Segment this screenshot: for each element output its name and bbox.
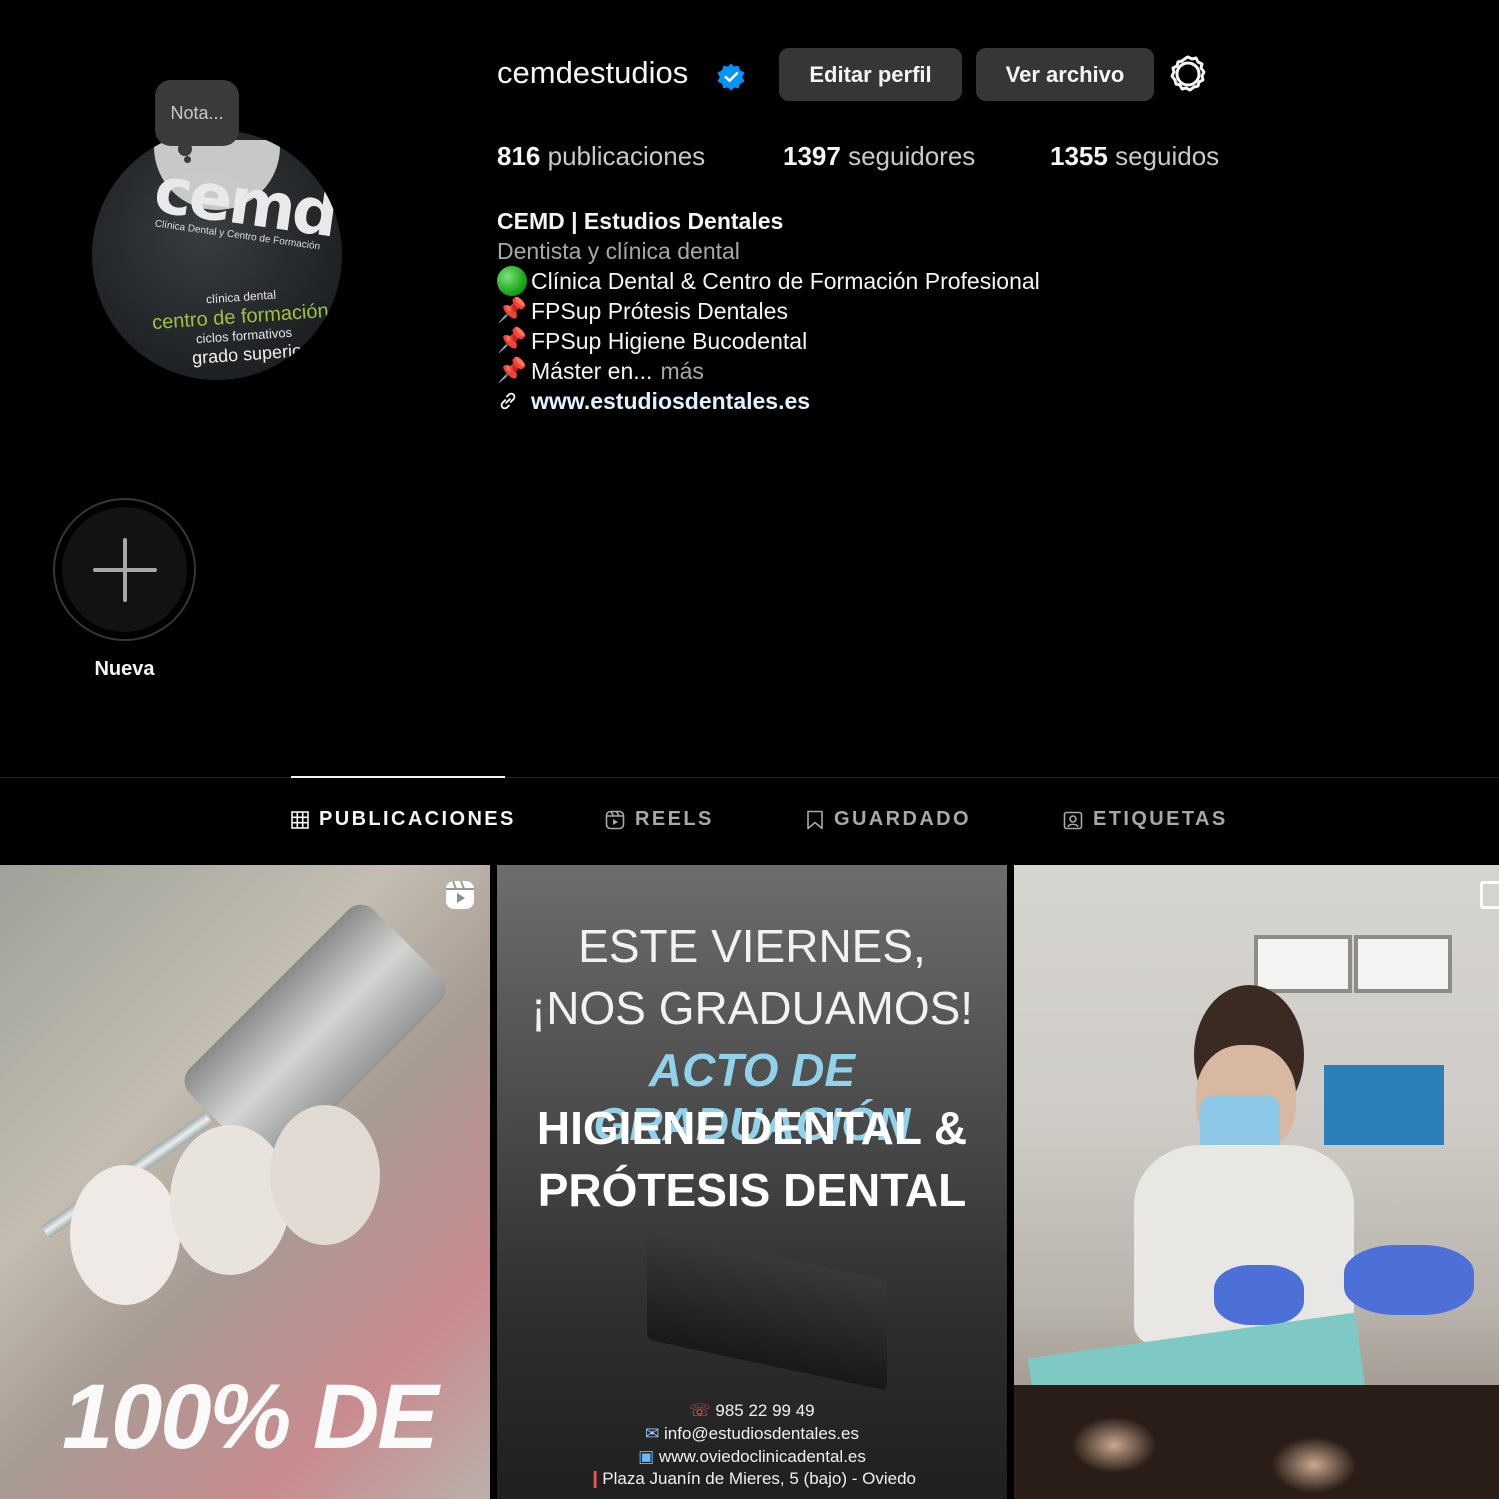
post-line-1: ESTE VIERNES, [578, 920, 926, 972]
stat-followers[interactable]: 1397 seguidores [783, 141, 975, 172]
link-icon [500, 392, 516, 410]
active-tab-indicator [291, 776, 505, 778]
post-thumbnail-2[interactable]: ESTE VIERNES, ¡NOS GRADUAMOS! ACTO DE GR… [497, 865, 1007, 1499]
tabs-divider [0, 777, 1499, 778]
bookmark-icon [807, 810, 823, 829]
post-line-2: ¡NOS GRADUAMOS! [530, 982, 974, 1034]
bio-more-link[interactable]: más [660, 356, 703, 386]
post-phone: ☏ 985 22 99 49 [689, 1401, 815, 1420]
pushpin-icon: 📌 [497, 357, 527, 384]
tab-reels[interactable]: REELS [605, 808, 714, 831]
stat-posts: 816 publicaciones [497, 141, 706, 171]
highlight-inner [62, 507, 187, 632]
post-line-4: HIGIENE DENTAL & [536, 1102, 968, 1154]
bio-line: 📌 Máster en... más [497, 356, 704, 386]
tooth-shape [270, 1105, 380, 1245]
green-circle-icon [497, 266, 527, 296]
patient-shape [1014, 1385, 1499, 1499]
phone-icon: ☏ [689, 1401, 711, 1420]
note-bubble[interactable]: Nota... [155, 80, 239, 146]
note-bubble-tail-small [184, 156, 191, 163]
pushpin-icon: 📌 [497, 297, 527, 324]
post-line-5: PRÓTESIS DENTAL [537, 1164, 967, 1216]
post-address: ❙Plaza Juanín de Mieres, 5 (bajo) - Ovie… [588, 1469, 916, 1488]
username: cemdestudios [497, 55, 689, 90]
tooth-shape [70, 1165, 180, 1305]
note-bubble-tail [178, 142, 192, 156]
bio-line: Clínica Dental & Centro de Formación Pro… [497, 266, 1040, 296]
tooth-shape [170, 1125, 290, 1275]
post-email: ✉ info@estudiosdentales.es [645, 1424, 859, 1443]
post-web: ▣ www.oviedoclinicadental.es [638, 1447, 866, 1466]
settings-gear-icon[interactable] [1168, 54, 1208, 94]
graduation-cap-shape [647, 1229, 887, 1391]
grid-icon [291, 810, 309, 829]
tab-posts[interactable]: PUBLICACIONES [291, 808, 516, 831]
pushpin-icon: 📌 [497, 327, 527, 354]
new-highlight-button[interactable] [53, 498, 196, 641]
profile-bio: CEMD | Estudios Dentales Dentista y clín… [497, 206, 1040, 416]
post-thumbnail-3[interactable] [1014, 865, 1499, 1499]
carousel-badge-icon [1480, 881, 1499, 909]
glove-shape [1344, 1245, 1474, 1315]
bio-link-line: www.estudiosdentales.es [497, 386, 1040, 416]
bio-line: 📌 FPSup Prótesis Dentales [497, 297, 788, 324]
window-shape [1354, 935, 1452, 993]
wall-screen-shape [1324, 1065, 1444, 1145]
profile-avatar[interactable]: cemd Clínica Dental y Centro de Formació… [92, 130, 342, 380]
reel-badge-icon [446, 880, 474, 909]
glove-shape [1214, 1265, 1304, 1325]
view-archive-button[interactable]: Ver archivo [976, 48, 1154, 101]
computer-icon: ▣ [638, 1447, 655, 1466]
bio-line: 📌 FPSup Higiene Bucodental [497, 327, 808, 354]
bio-name: CEMD | Estudios Dentales [497, 208, 784, 234]
bio-category: Dentista y clínica dental [497, 238, 740, 264]
post-thumbnail-1[interactable]: 100% DE [0, 865, 490, 1499]
post-overlay-text: 100% DE [62, 1366, 439, 1468]
highlight-label: Nueva [94, 658, 155, 680]
tab-tagged[interactable]: ETIQUETAS [1063, 808, 1228, 831]
mail-icon: ✉ [645, 1424, 660, 1443]
tagged-icon [1063, 811, 1083, 829]
bio-website-link[interactable]: www.estudiosdentales.es [531, 386, 810, 416]
verified-badge-icon [717, 63, 745, 91]
stat-following[interactable]: 1355 seguidos [1050, 141, 1219, 172]
window-shape [1254, 935, 1352, 993]
plus-icon [92, 537, 157, 602]
reels-icon [605, 810, 625, 829]
tab-saved[interactable]: GUARDADO [806, 808, 971, 831]
edit-profile-button[interactable]: Editar perfil [779, 48, 962, 101]
location-pin-icon: ❙ [588, 1469, 603, 1488]
